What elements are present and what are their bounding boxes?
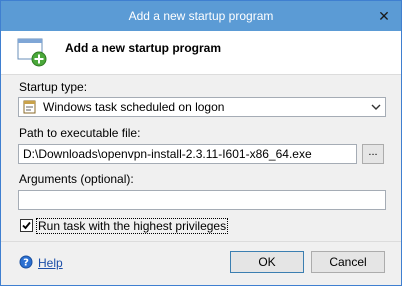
svg-text:?: ? (23, 258, 29, 269)
close-icon: ✕ (378, 8, 390, 24)
window-add-icon (17, 38, 47, 67)
startup-type-select[interactable]: Windows task scheduled on logon (18, 97, 386, 117)
chevron-down-icon (371, 104, 381, 110)
help-link[interactable]: Help (38, 256, 63, 270)
close-button[interactable]: ✕ (377, 9, 391, 23)
question-icon[interactable]: ? (19, 255, 33, 269)
title-bar[interactable]: Add a new startup program ✕ (1, 1, 401, 31)
window-title: Add a new startup program (128, 9, 274, 23)
dialog-window: Add a new startup program ✕ Add a new st… (0, 0, 402, 286)
cancel-button[interactable]: Cancel (311, 251, 385, 273)
arguments-input[interactable] (18, 190, 386, 210)
arguments-label: Arguments (optional): (19, 172, 134, 186)
browse-button[interactable]: ... (362, 144, 384, 164)
run-highest-privileges-checkbox[interactable] (20, 219, 33, 232)
footer-divider (1, 241, 401, 242)
header-title: Add a new startup program (65, 41, 222, 55)
path-input[interactable] (18, 144, 357, 164)
dialog-header: Add a new startup program (1, 31, 401, 75)
startup-type-value: Windows task scheduled on logon (43, 100, 225, 114)
checkmark-icon (22, 221, 31, 230)
run-highest-privileges-label[interactable]: Run task with the highest privileges (36, 218, 229, 234)
ok-button[interactable]: OK (230, 251, 304, 273)
startup-type-label: Startup type: (19, 80, 88, 94)
path-label: Path to executable file: (19, 126, 141, 140)
scheduled-task-icon (23, 100, 36, 114)
